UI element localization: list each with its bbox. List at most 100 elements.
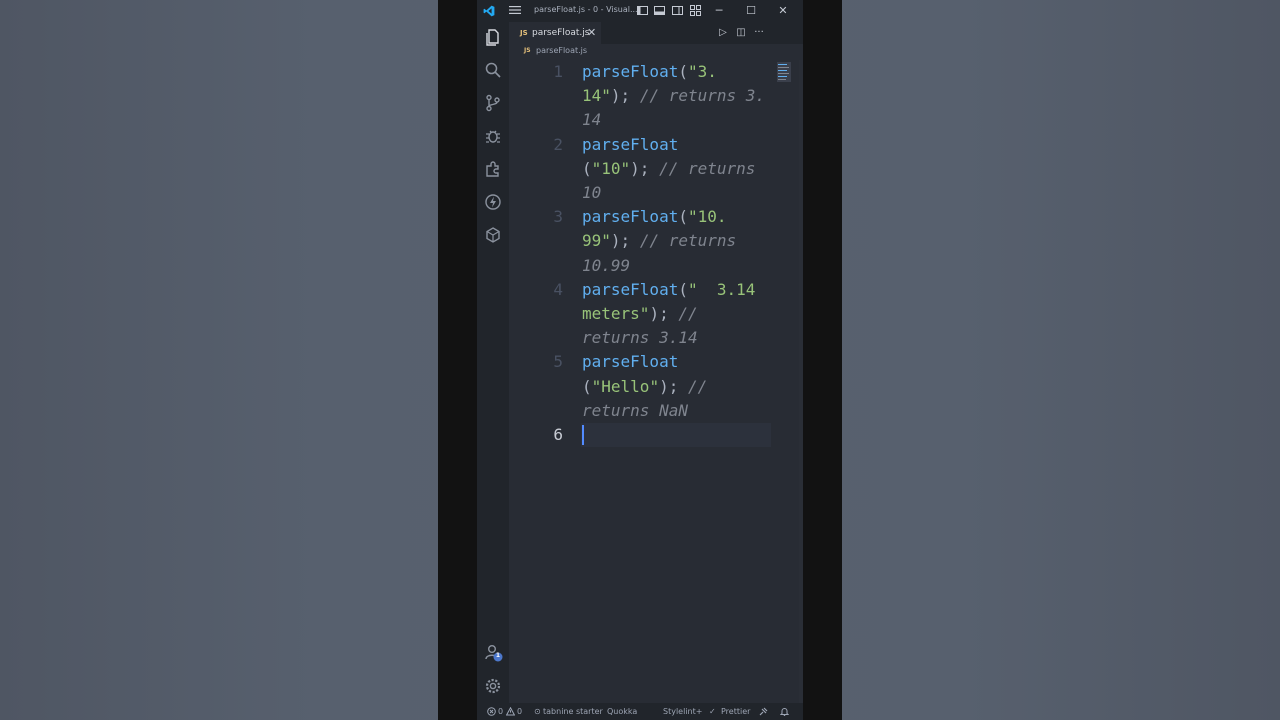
line-number: 1 <box>553 62 563 81</box>
code-line: meters"); // <box>582 302 698 326</box>
vscode-window: parseFloat.js - 0 - Visual... ─ ☐ ✕ 1 JS… <box>477 0 803 720</box>
code-token: // returns <box>659 158 756 178</box>
code-token: 10.99 <box>582 255 631 275</box>
minimize-button[interactable]: ─ <box>712 4 726 18</box>
code-line: parseFloat(" 3.14 <box>582 278 755 302</box>
javascript-file-icon: JS <box>520 29 528 37</box>
text-cursor <box>582 425 584 445</box>
extensions-icon[interactable] <box>483 159 503 179</box>
javascript-file-icon: JS <box>524 47 531 54</box>
quokka-status[interactable]: Quokka <box>607 707 637 716</box>
code-token: parseFloat <box>582 352 679 372</box>
code-token: ); <box>610 231 640 251</box>
current-line-highlight <box>581 423 771 447</box>
warning-icon[interactable] <box>506 707 515 716</box>
code-token: " 3.14 <box>687 279 756 299</box>
code-line: returns 3.14 <box>582 326 698 350</box>
check-icon: ✓ <box>709 707 716 716</box>
code-token: meters" <box>582 304 650 323</box>
tab-parsefloat-js[interactable]: JS parseFloat.js ✕ <box>509 22 601 45</box>
code-line: parseFloat("3. <box>582 60 717 84</box>
code-line: 99"); // returns <box>582 229 736 253</box>
code-token: ); <box>610 86 640 106</box>
source-control-icon[interactable] <box>483 93 503 113</box>
run-debug-icon[interactable] <box>483 126 503 146</box>
window-title: parseFloat.js - 0 - Visual... <box>534 5 638 14</box>
code-editor[interactable]: 1 parseFloat("3. 14"); // returns 3. 14 2 par… <box>509 60 803 703</box>
code-line: 14 <box>582 108 601 132</box>
search-icon[interactable] <box>483 60 503 80</box>
code-token: 14" <box>582 86 611 106</box>
code-token: ( <box>678 207 688 227</box>
toggle-primary-sidebar-icon[interactable] <box>637 5 648 16</box>
code-token: ( <box>582 158 592 178</box>
customize-layout-icon[interactable] <box>690 5 701 16</box>
notifications-bell-icon[interactable] <box>780 707 789 716</box>
code-token: 99" <box>582 231 611 251</box>
run-code-button[interactable]: ▷ <box>717 27 729 39</box>
close-tab-button[interactable]: ✕ <box>587 26 596 39</box>
code-token: "3. <box>687 62 717 81</box>
minimap[interactable] <box>777 62 791 82</box>
code-token: "10" <box>591 158 631 178</box>
line-number: 4 <box>553 279 563 299</box>
settings-icon[interactable] <box>483 676 503 696</box>
code-token: ); <box>649 304 679 323</box>
breadcrumb: JS parseFloat.js <box>509 44 803 60</box>
accounts-badge: 1 <box>495 652 501 659</box>
code-token: parseFloat <box>582 279 679 299</box>
tab-label: parseFloat.js <box>532 28 590 38</box>
code-line: parseFloat("10. <box>582 205 727 229</box>
code-token: ); <box>659 376 688 396</box>
code-line: ("10"); // returns <box>582 157 755 181</box>
warning-count[interactable]: 0 <box>517 707 522 716</box>
toggle-secondary-sidebar-icon[interactable] <box>672 5 683 16</box>
code-line: 10.99 <box>582 254 630 278</box>
code-token: // <box>678 304 698 323</box>
code-line: 14"); // returns 3. <box>582 84 765 108</box>
toggle-panel-icon[interactable] <box>654 5 665 16</box>
code-line: parseFloat <box>582 133 678 157</box>
code-token: // returns 3. <box>639 86 766 106</box>
split-editor-button[interactable]: ◫ <box>735 27 747 39</box>
feedback-icon[interactable] <box>759 707 768 716</box>
close-window-button[interactable]: ✕ <box>776 4 790 18</box>
code-line: parseFloat <box>582 350 678 374</box>
prettier-status[interactable]: Prettier <box>721 707 750 716</box>
code-token: // <box>687 376 708 396</box>
tabnine-status[interactable]: tabnine starter <box>543 707 603 716</box>
line-number: 3 <box>553 207 563 227</box>
stylelint-status[interactable]: Stylelint+ <box>663 707 702 716</box>
line-number: 6 <box>553 425 563 444</box>
accounts-icon[interactable]: 1 <box>483 642 503 662</box>
status-bar: 0 0 ⊙ tabnine starter Quokka Stylelint+ … <box>477 703 803 720</box>
code-token: ( <box>678 279 688 299</box>
code-token: // returns <box>639 231 737 251</box>
code-token: "Hello" <box>591 376 660 396</box>
code-token: parseFloat <box>582 62 679 81</box>
code-token: ( <box>678 62 688 81</box>
code-token: ); <box>630 158 660 178</box>
error-icon[interactable] <box>487 707 496 716</box>
editor-tab-bar: JS parseFloat.js ✕ ▷ ◫ ··· <box>509 22 803 45</box>
breadcrumb-file[interactable]: parseFloat.js <box>536 46 587 55</box>
tabnine-icon[interactable]: ⊙ <box>534 707 541 716</box>
activity-bar: 1 <box>477 22 509 703</box>
vscode-logo-icon <box>483 5 495 17</box>
files-icon[interactable] <box>483 27 503 47</box>
code-line: 10 <box>582 181 601 205</box>
code-token: returns NaN <box>582 400 688 420</box>
line-number: 5 <box>553 352 563 372</box>
error-count[interactable]: 0 <box>498 707 503 716</box>
more-actions-button[interactable]: ··· <box>753 27 765 39</box>
hamburger-menu-icon[interactable] <box>509 5 521 15</box>
title-bar: parseFloat.js - 0 - Visual... ─ ☐ ✕ <box>477 0 803 22</box>
line-number: 2 <box>553 134 563 154</box>
remote-icon[interactable] <box>483 225 503 245</box>
maximize-button[interactable]: ☐ <box>744 4 758 18</box>
code-token: ( <box>582 376 592 396</box>
adjacent-window-edge <box>799 60 803 703</box>
code-token: parseFloat <box>582 134 679 154</box>
quokka-icon[interactable] <box>483 192 503 212</box>
code-token: "10. <box>687 207 727 227</box>
